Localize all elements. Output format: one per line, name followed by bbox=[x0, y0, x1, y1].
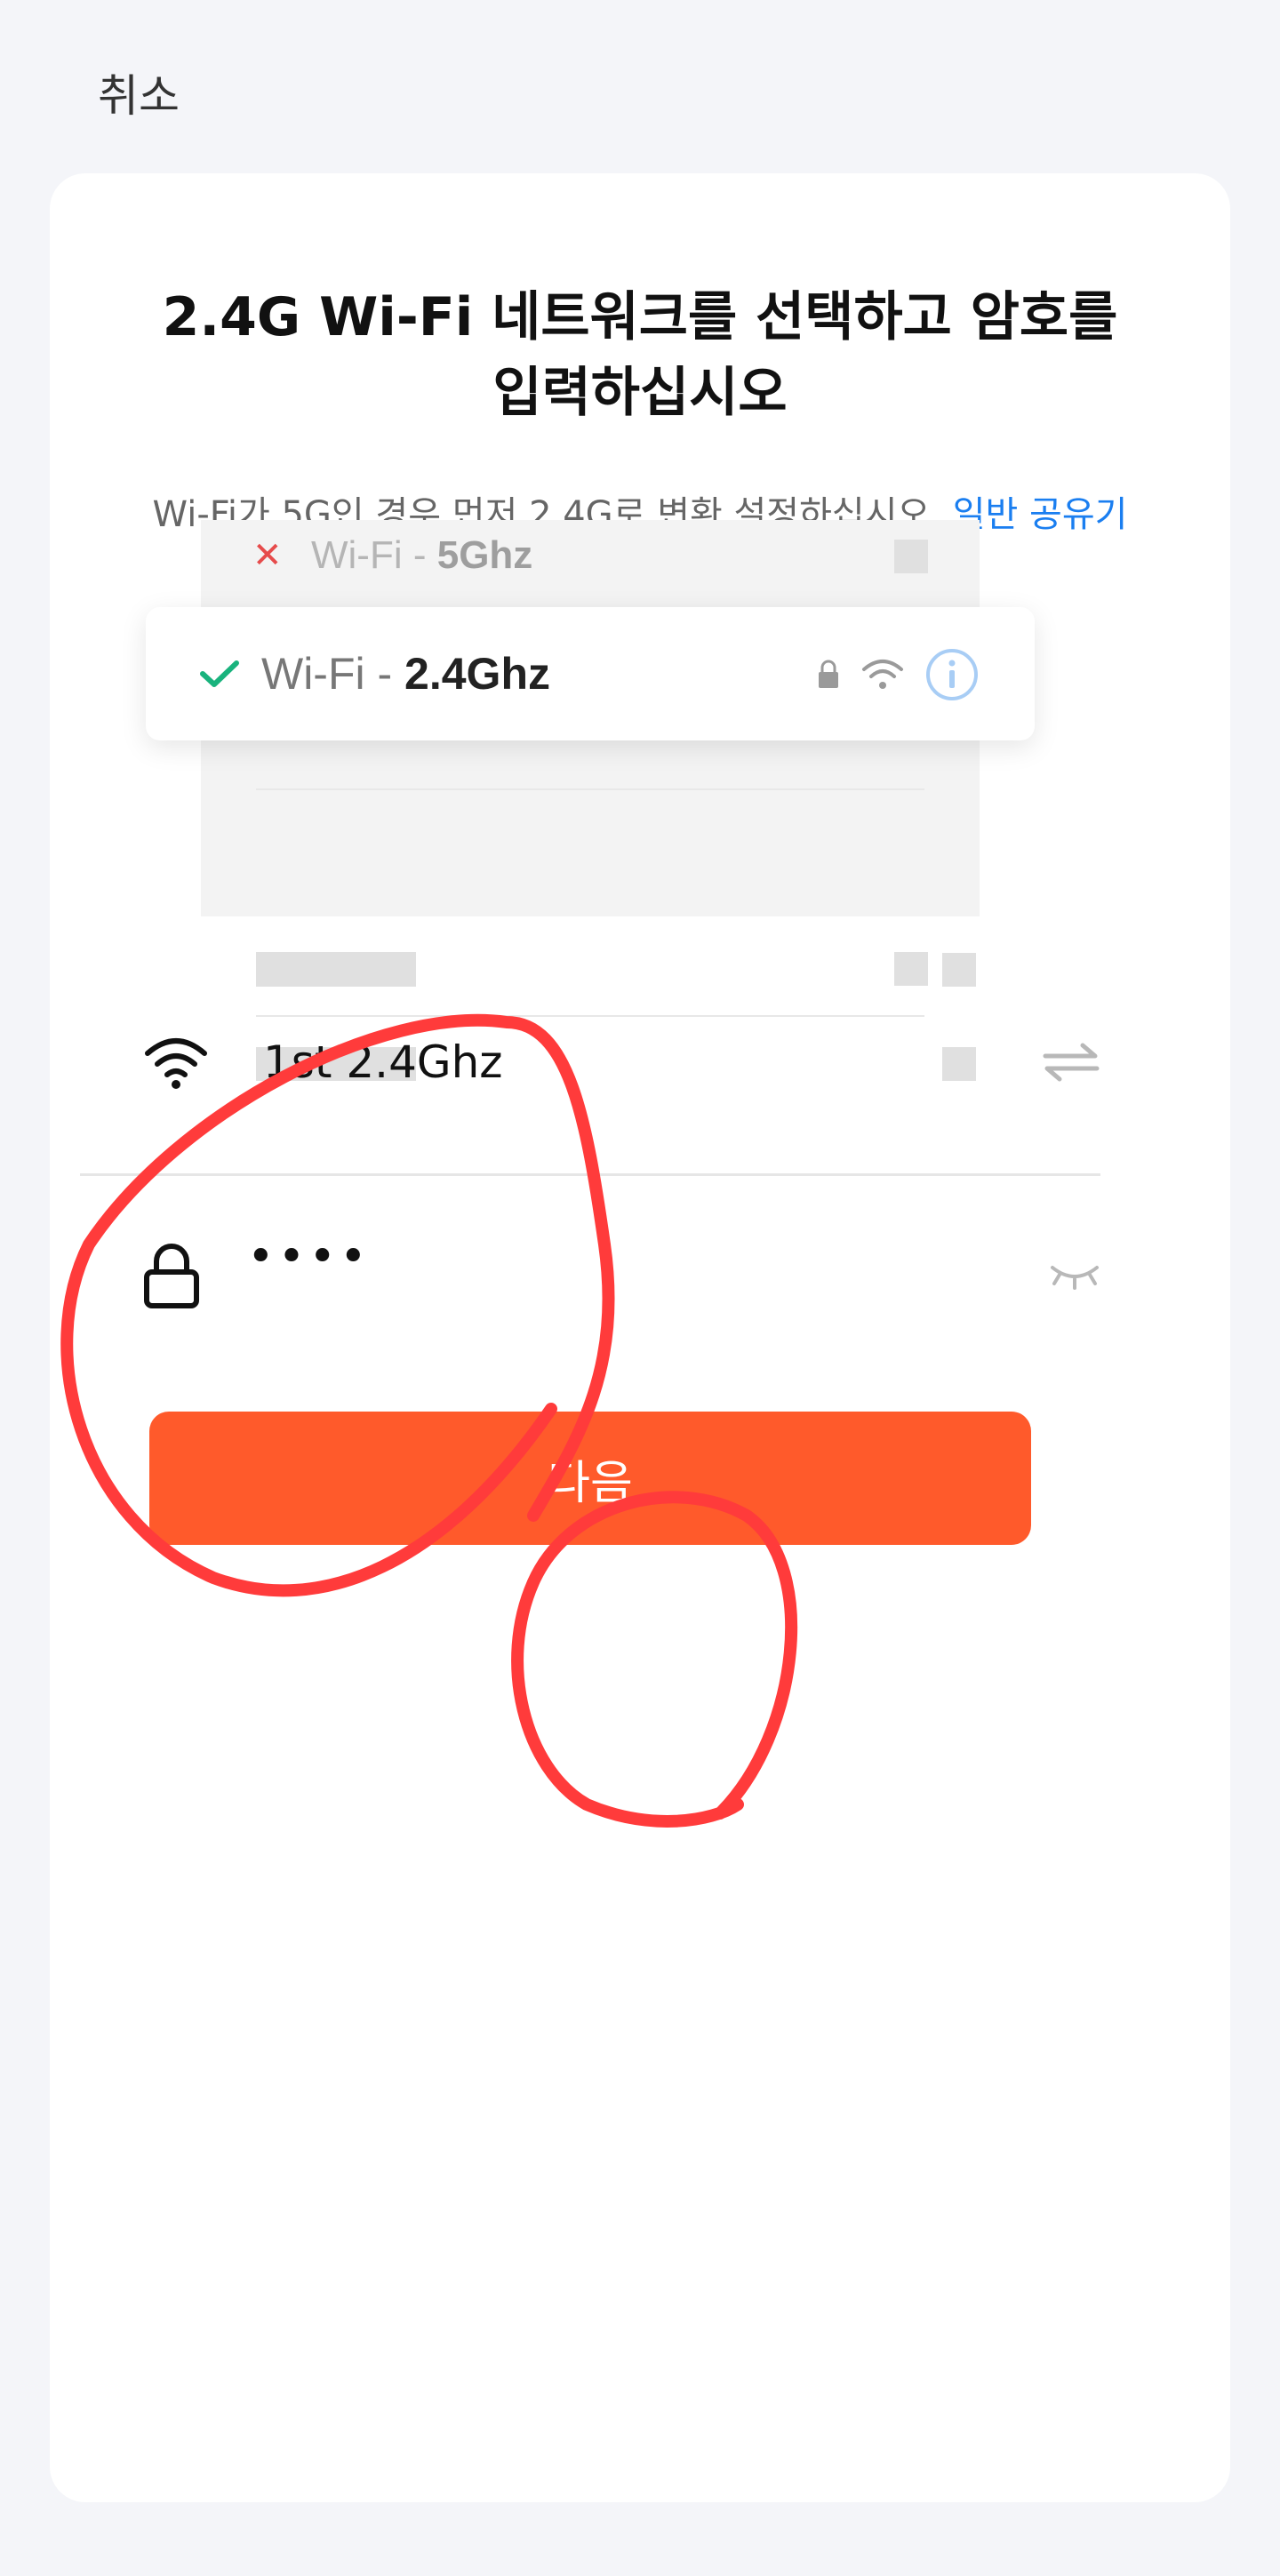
wifi-icon bbox=[145, 1038, 207, 1089]
wifi-signal-small-icon bbox=[862, 660, 903, 689]
lock-icon bbox=[144, 1244, 199, 1308]
wifi-5g-row: ✕ Wi-Fi - 5Ghz bbox=[201, 520, 980, 591]
password-field[interactable]: •••• bbox=[80, 1218, 1100, 1333]
field-divider bbox=[80, 1173, 1100, 1176]
check-icon bbox=[200, 660, 239, 687]
placeholder-bar bbox=[256, 953, 416, 987]
cancel-button[interactable]: 취소 bbox=[98, 60, 180, 124]
ssid-field[interactable]: 1st 2.4Ghz bbox=[80, 1004, 1100, 1120]
switch-network-icon[interactable] bbox=[1042, 1040, 1100, 1084]
placeholder-square bbox=[894, 540, 928, 573]
placeholder-square bbox=[942, 953, 976, 987]
next-button[interactable]: 다음 bbox=[149, 1412, 1031, 1545]
list-divider bbox=[256, 788, 924, 790]
page-title: 2.4G Wi-Fi 네트워크를 선택하고 암호를 입력하십시오 bbox=[50, 280, 1230, 431]
wifi-24g-card: Wi-Fi - 2.4Ghz bbox=[146, 607, 1035, 740]
password-value: •••• bbox=[247, 1230, 371, 1284]
cross-icon: ✕ bbox=[252, 535, 283, 576]
eye-closed-icon[interactable] bbox=[1049, 1260, 1100, 1291]
network-status-icons bbox=[816, 647, 980, 702]
ssid-value: 1st 2.4Ghz bbox=[263, 1036, 503, 1088]
info-icon bbox=[926, 649, 978, 700]
lock-small-icon bbox=[819, 660, 838, 688]
placeholder-square bbox=[894, 952, 928, 986]
page-title-line2: 입력하십시오 bbox=[492, 362, 788, 424]
page-title-line1: 2.4G Wi-Fi 네트워크를 선택하고 암호를 bbox=[162, 286, 1118, 348]
wifi-5g-label: Wi-Fi - 5Ghz bbox=[311, 533, 533, 577]
wifi-24g-label: Wi-Fi - 2.4Ghz bbox=[261, 649, 550, 699]
